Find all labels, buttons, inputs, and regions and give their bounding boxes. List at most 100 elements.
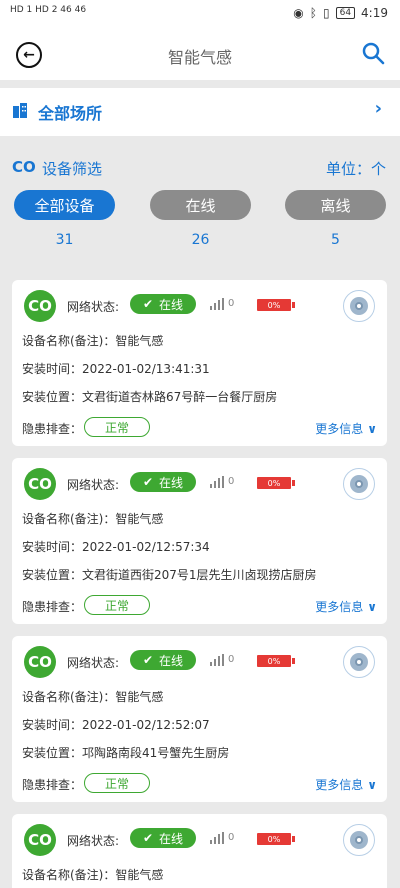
search-icon[interactable] [360,40,386,66]
eye-icon: ◉ [293,6,304,20]
filter-online-button[interactable]: 在线 [150,190,251,220]
online-status-text: 在线 [159,475,184,490]
count-all: 31 [55,232,74,248]
device-card[interactable]: CO 网络状态: ✔ 在线 0 0% 设备名称(备注)：智能气感 安装时间：20… [12,458,387,624]
clock: 4:19 [361,6,388,20]
check-icon: ✔ [142,475,154,489]
device-name-row: 设备名称(备注)：智能气感 [22,688,163,705]
status-bar: HD 1 HD 2 46 46 ◉ ᛒ ▯ 64 4:19 [0,0,400,28]
vibrate-icon: ▯ [322,6,330,20]
battery-icon: 0% [257,655,291,667]
co-badge: CO [24,646,56,678]
count-offline: 5 [331,232,340,248]
chevron-down-icon: ∨ [367,599,377,614]
device-card[interactable]: CO 网络状态: ✔ 在线 0 0% 设备名称(备注)：智能气感 安装时间：20… [12,280,387,446]
battery-indicator: 64 [335,7,356,19]
install-location-label: 安装位置： [22,390,83,404]
network-status-label: 网络状态: [67,834,120,848]
signal-icon [210,832,224,844]
network-status-label: 网络状态: [67,300,120,314]
device-card[interactable]: CO 网络状态: ✔ 在线 0 0% 设备名称(备注)：智能气感 安装时间：20… [12,636,387,802]
install-time-label: 安装时间： [22,540,83,554]
hazard-label: 隐患排查： [22,778,83,792]
filter-all-button[interactable]: 全部设备 [14,190,115,220]
install-location-row: 安装位置：文君街道杏林路67号醉一台餐厅厨房 [22,388,277,405]
install-time-value: 2022-01-02/12:57:34 [82,540,210,554]
co-badge: CO [24,290,56,322]
chevron-right-icon: › [374,98,382,119]
signal-icon [210,654,224,666]
battery-icon: 0% [257,477,291,489]
device-name-row: 设备名称(备注)：智能气感 [22,866,163,883]
install-location-label: 安装位置： [22,746,83,760]
more-info-label: 更多信息 [315,778,364,792]
co-badge: CO [24,468,56,500]
online-status-text: 在线 [159,653,184,668]
install-location-row: 安装位置：邛陶路南段41号蟹先生厨房 [22,744,229,761]
battery-icon: 0% [257,833,291,845]
signal-value: 0 [228,654,235,665]
online-status-text: 在线 [159,831,184,846]
bluetooth-icon: ᛒ [309,6,317,20]
battery-tip [292,658,295,664]
install-location-value: 邛陶路南段41号蟹先生厨房 [82,746,230,760]
co-label: CO [12,158,36,176]
device-name-value: 智能气感 [115,512,164,526]
hazard-status-badge: 正常 [84,417,150,437]
chevron-down-icon: ∨ [367,777,377,792]
online-status-badge: ✔ 在线 [130,294,196,314]
check-icon: ✔ [142,831,154,845]
online-status-badge: ✔ 在线 [130,650,196,670]
signal-value: 0 [228,832,235,843]
install-time-row: 安装时间：2022-01-02/13:41:31 [22,360,210,377]
camera-icon[interactable] [343,468,375,500]
place-selector[interactable]: 全部场所 › [0,80,400,136]
battery-tip [292,480,295,486]
online-status-text: 在线 [159,297,184,312]
device-filter: CO 设备筛选 单位：个 全部设备 在线 离线 31 26 5 [0,146,400,262]
camera-icon[interactable] [343,824,375,856]
unit-label: 单位：个 [325,160,386,178]
device-name-value: 智能气感 [115,690,164,704]
device-card[interactable]: CO 网络状态: ✔ 在线 0 0% 设备名称(备注)：智能气感 [12,814,387,888]
more-info-label: 更多信息 [315,422,364,436]
chevron-down-icon: ∨ [367,421,377,436]
signal-value: 0 [228,476,235,487]
filter-offline-button[interactable]: 离线 [285,190,386,220]
count-online: 26 [191,232,210,248]
signal-icon [210,298,224,310]
online-status-badge: ✔ 在线 [130,828,196,848]
camera-icon[interactable] [343,290,375,322]
status-bar-right: ◉ ᛒ ▯ 64 4:19 [293,6,388,20]
more-info-button[interactable]: 更多信息 ∨ [315,420,377,437]
hazard-label: 隐患排查： [22,422,83,436]
device-name-label: 设备名称(备注)： [22,334,116,348]
install-location-value: 文君街道西街207号1层先生川卤现捞店厨房 [82,568,317,582]
status-bar-left: HD 1 HD 2 46 46 [10,5,87,15]
network-status-label: 网络状态: [67,478,120,492]
install-time-value: 2022-01-02/13:41:31 [82,362,210,376]
install-time-label: 安装时间： [22,362,83,376]
check-icon: ✔ [142,653,154,667]
signal-value: 0 [228,298,235,309]
device-name-row: 设备名称(备注)：智能气感 [22,332,163,349]
camera-icon[interactable] [343,646,375,678]
page-title: 智能气感 [167,48,232,67]
building-icon [13,103,27,118]
hazard-status-badge: 正常 [84,773,150,793]
network-status-label: 网络状态: [67,656,120,670]
more-info-button[interactable]: 更多信息 ∨ [315,776,377,793]
filter-title: 设备筛选 [42,160,103,178]
install-location-row: 安装位置：文君街道西街207号1层先生川卤现捞店厨房 [22,566,317,583]
co-badge: CO [24,824,56,856]
place-label: 全部场所 [38,104,103,123]
install-time-row: 安装时间：2022-01-02/12:52:07 [22,716,210,733]
device-name-value: 智能气感 [115,868,164,882]
install-location-value: 文君街道杏林路67号醉一台餐厅厨房 [82,390,278,404]
install-location-label: 安装位置： [22,568,83,582]
hazard-status-badge: 正常 [84,595,150,615]
device-name-value: 智能气感 [115,334,164,348]
online-status-badge: ✔ 在线 [130,472,196,492]
more-info-label: 更多信息 [315,600,364,614]
more-info-button[interactable]: 更多信息 ∨ [315,598,377,615]
